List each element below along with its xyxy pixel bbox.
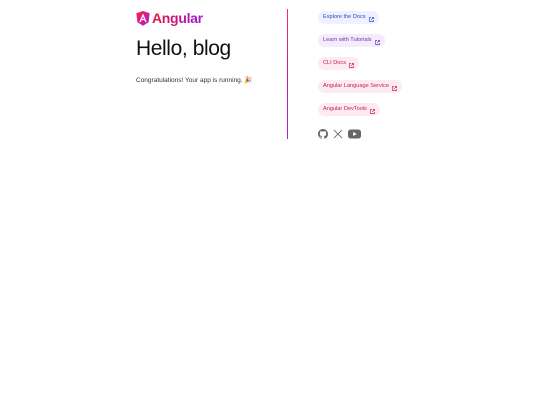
link-label: Angular Language Service — [323, 83, 389, 89]
external-link-icon — [349, 61, 354, 68]
angular-shield-icon — [136, 10, 150, 26]
link-devtools[interactable]: Angular DevTools — [318, 103, 380, 116]
github-icon[interactable] — [318, 126, 328, 144]
vertical-divider — [287, 9, 288, 139]
youtube-icon[interactable] — [348, 126, 361, 144]
hero-section: Angular Hello, blog Congratulations! You… — [136, 10, 286, 84]
link-label: CLI Docs — [323, 60, 347, 66]
page-title: Hello, blog — [136, 37, 231, 60]
page: Angular Hello, blog Congratulations! You… — [0, 0, 540, 405]
link-language-service[interactable]: Angular Language Service — [318, 80, 402, 93]
link-label: Learn with Tutorials — [323, 37, 372, 43]
link-label: Explore the Docs — [323, 14, 366, 20]
external-link-icon — [370, 107, 375, 114]
link-cli-docs[interactable]: CLI Docs — [318, 57, 360, 70]
external-link-icon — [368, 15, 374, 22]
x-twitter-icon[interactable] — [333, 126, 343, 144]
link-explore-docs[interactable]: Explore the Docs — [318, 11, 379, 24]
brand-name: Angular — [152, 10, 203, 26]
link-label: Angular DevTools — [323, 106, 367, 112]
external-link-icon — [392, 84, 397, 91]
page-subtitle: Congratulations! Your app is running. 🎉 — [136, 76, 253, 84]
link-learn-tutorials[interactable]: Learn with Tutorials — [318, 34, 385, 47]
angular-logo: Angular — [136, 10, 286, 26]
social-links — [318, 126, 361, 144]
external-link-icon — [374, 38, 380, 45]
